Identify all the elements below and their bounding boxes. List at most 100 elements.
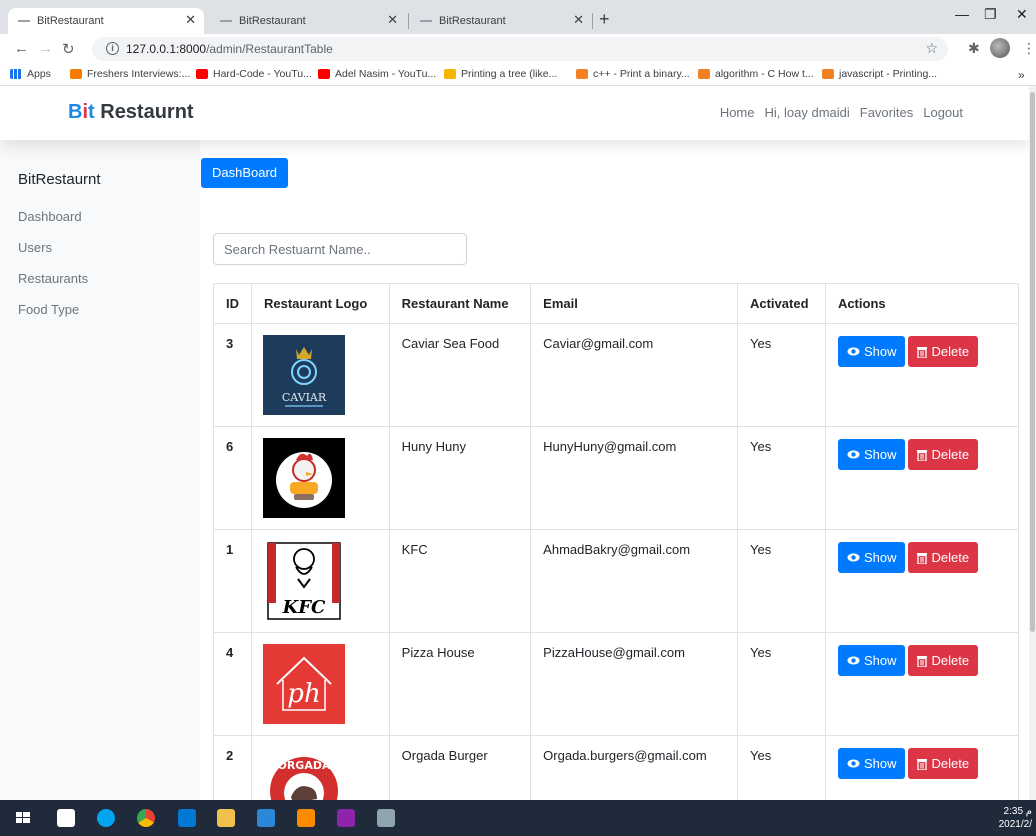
bookmark-label: javascript - Printing... xyxy=(839,68,938,80)
app-icon[interactable] xyxy=(377,809,395,827)
orgada-logo: ORGADA xyxy=(263,747,345,800)
nav-user-greeting[interactable]: Hi, loay dmaidi xyxy=(765,105,850,120)
forward-icon[interactable]: → xyxy=(38,40,53,57)
cell-activated: Yes xyxy=(736,529,826,633)
taskbar-clock[interactable]: 2:35 م 2021/2/ xyxy=(999,805,1032,831)
page-scrollbar[interactable] xyxy=(1029,86,1036,800)
sidebar-item-restaurants[interactable]: Restaurants xyxy=(18,271,88,286)
svg-text:ORGADA: ORGADA xyxy=(277,759,330,772)
site-info-icon[interactable]: i xyxy=(106,42,119,55)
column-header: Restaurant Name xyxy=(388,283,532,324)
sidebar-title: BitRestaurnt xyxy=(18,171,101,188)
eye-icon xyxy=(847,656,860,665)
kfc-logo: KFC xyxy=(263,541,345,621)
cell-id: 6 xyxy=(213,426,252,530)
bookmark-item[interactable]: javascript - Printing... xyxy=(822,68,937,80)
column-header: Activated xyxy=(736,283,826,324)
table-row: 4 ph Pizza House PizzaHouse@gmail.com Ye… xyxy=(213,632,1020,736)
pizza-house-logo: ph xyxy=(263,644,345,724)
close-tab-icon[interactable]: ✕ xyxy=(185,12,196,28)
back-icon[interactable]: ← xyxy=(14,40,29,57)
windows-start-icon[interactable] xyxy=(14,809,32,827)
delete-button[interactable]: Delete xyxy=(908,336,979,367)
clock-time: 2:35 م xyxy=(1003,806,1032,817)
bookmark-item[interactable]: Printing a tree (like... xyxy=(444,68,557,80)
tab-title: BitRestaurant xyxy=(37,15,104,27)
trash-icon xyxy=(917,346,928,358)
tab-favicon-icon xyxy=(420,20,432,22)
show-button[interactable]: Show xyxy=(837,748,906,779)
restore-icon[interactable]: ❐ xyxy=(984,6,997,23)
sidebar-item-users[interactable]: Users xyxy=(18,240,52,255)
sidebar-item-food-type[interactable]: Food Type xyxy=(18,302,79,317)
bookmark-label: Freshers Interviews:... xyxy=(87,68,191,80)
cell-restaurant-name: Caviar Sea Food xyxy=(388,323,532,427)
delete-button[interactable]: Delete xyxy=(908,439,979,470)
bookmark-star-icon[interactable]: ☆ xyxy=(925,40,938,57)
close-tab-icon[interactable]: ✕ xyxy=(387,12,398,28)
delete-button[interactable]: Delete xyxy=(908,645,979,676)
brand-logo[interactable]: Bit Restaurnt xyxy=(68,101,194,124)
bookmark-item[interactable]: Hard-Code - YouTu... xyxy=(196,68,312,80)
nav-logout-link[interactable]: Logout xyxy=(923,105,963,120)
edge-icon[interactable] xyxy=(97,809,115,827)
bookmark-item[interactable]: Freshers Interviews:... xyxy=(70,68,190,80)
table-row: 3 CAVIAR Caviar Sea Food Caviar@gmail.co… xyxy=(213,323,1020,427)
cell-email: AhmadBakry@gmail.com xyxy=(530,529,738,633)
show-button[interactable]: Show xyxy=(837,542,906,573)
brand-letter: t xyxy=(88,101,95,123)
more-bookmarks-icon[interactable]: » xyxy=(1018,68,1025,82)
bookmark-item[interactable]: Apps xyxy=(10,68,51,80)
menu-dots-icon[interactable]: ⋮ xyxy=(1022,40,1036,57)
close-tab-icon[interactable]: ✕ xyxy=(573,12,584,28)
close-window-icon[interactable]: ✕ xyxy=(1016,6,1028,23)
cell-email: PizzaHouse@gmail.com xyxy=(530,632,738,736)
chrome-icon[interactable] xyxy=(137,809,155,827)
search-input[interactable] xyxy=(213,233,467,265)
delete-button[interactable]: Delete xyxy=(908,748,979,779)
extensions-icon[interactable]: ✱ xyxy=(968,40,980,57)
app-icon[interactable] xyxy=(257,809,275,827)
show-label: Show xyxy=(863,344,897,359)
phpstorm-icon[interactable] xyxy=(337,809,355,827)
store-icon[interactable] xyxy=(57,809,75,827)
cell-actions: Show Delete xyxy=(824,735,1020,800)
browser-tab[interactable]: BitRestaurant ✕ xyxy=(410,8,592,34)
web-page: Bit Restaurnt Home Hi, loay dmaidi Favor… xyxy=(0,86,1029,800)
reload-icon[interactable]: ↻ xyxy=(62,40,75,58)
trash-icon xyxy=(917,655,928,667)
bookmark-item[interactable]: Adel Nasim - YouTu... xyxy=(318,68,436,80)
scrollbar-thumb[interactable] xyxy=(1030,92,1035,632)
new-tab-icon[interactable]: + xyxy=(599,9,610,30)
bookmark-label: algorithm - C How t... xyxy=(715,68,814,80)
sidebar-item-dashboard[interactable]: Dashboard xyxy=(18,209,82,224)
bookmark-item[interactable]: algorithm - C How t... xyxy=(698,68,814,80)
bookmark-item[interactable]: c++ - Print a binary... xyxy=(576,68,690,80)
browser-tab[interactable]: BitRestaurant ✕ xyxy=(210,8,406,34)
cell-logo xyxy=(251,426,390,530)
mail-icon[interactable] xyxy=(178,809,196,827)
show-button[interactable]: Show xyxy=(837,336,906,367)
top-navbar: Bit Restaurnt Home Hi, loay dmaidi Favor… xyxy=(0,86,1029,140)
stackoverflow-icon xyxy=(698,69,710,79)
windows-taskbar: 2:35 م 2021/2/ xyxy=(0,800,1036,836)
show-button[interactable]: Show xyxy=(837,645,906,676)
dashboard-button[interactable]: DashBoard xyxy=(201,158,289,188)
show-label: Show xyxy=(863,447,897,462)
browser-tab[interactable]: BitRestaurant ✕ xyxy=(8,8,204,34)
delete-button[interactable]: Delete xyxy=(908,542,979,573)
show-button[interactable]: Show xyxy=(837,439,906,470)
nav-home-link[interactable]: Home xyxy=(720,105,755,120)
tab-divider xyxy=(408,13,409,29)
url-bar[interactable]: i 127.0.0.1:8000/admin/RestaurantTable ☆ xyxy=(92,37,948,61)
eye-icon xyxy=(847,450,860,459)
trash-icon xyxy=(917,552,928,564)
minimize-icon[interactable]: — xyxy=(955,6,969,22)
xampp-icon[interactable] xyxy=(297,809,315,827)
profile-avatar[interactable] xyxy=(990,38,1010,58)
tab-divider xyxy=(592,13,593,29)
browser-tab-bar: BitRestaurant ✕ BitRestaurant ✕ BitResta… xyxy=(0,0,1036,34)
delete-label: Delete xyxy=(931,653,970,668)
file-explorer-icon[interactable] xyxy=(217,809,235,827)
nav-favorites-link[interactable]: Favorites xyxy=(860,105,913,120)
